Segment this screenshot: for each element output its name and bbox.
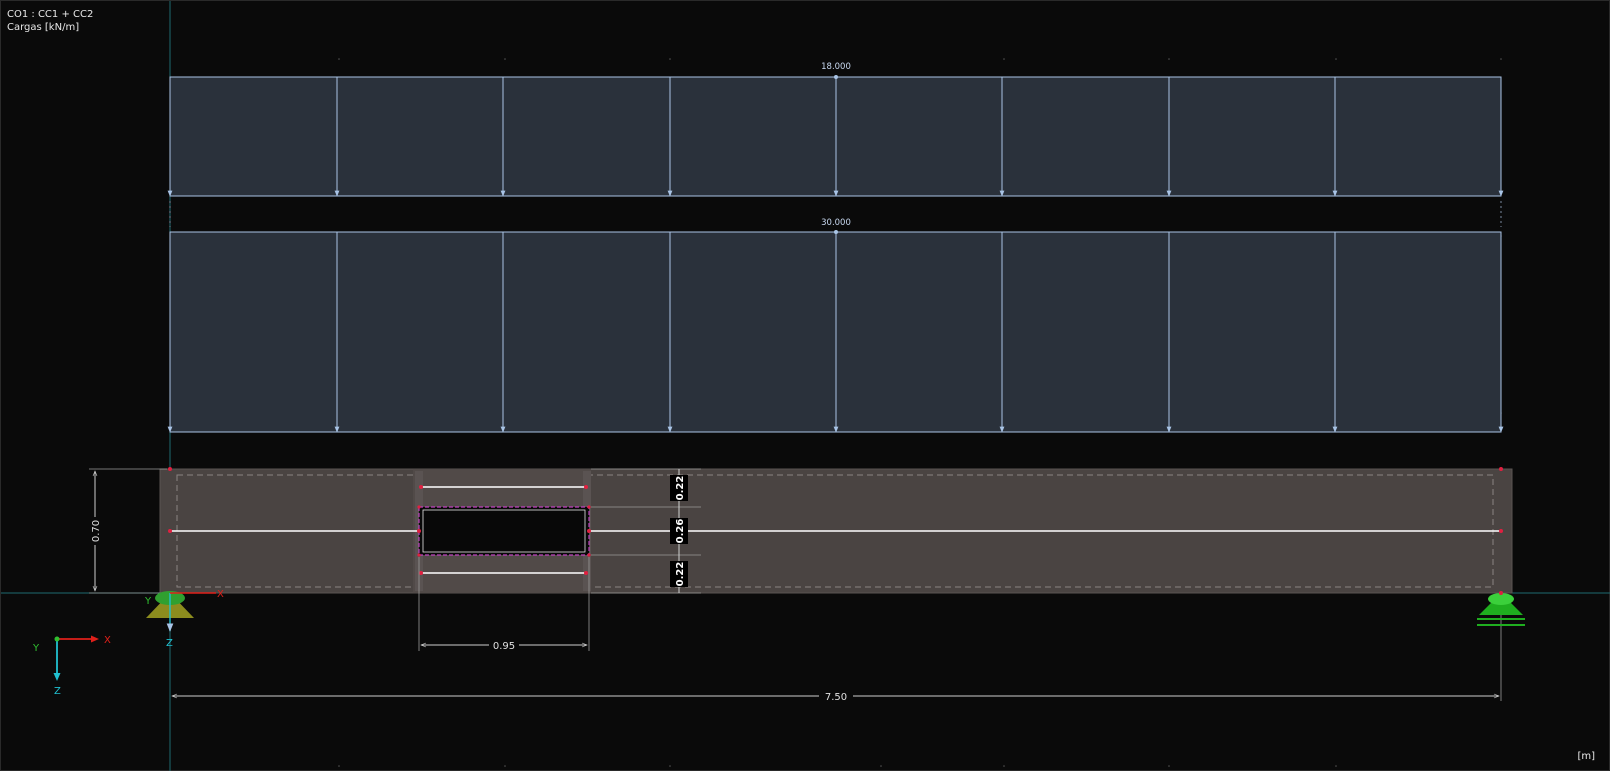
coordinate-system-icon: X Y Z bbox=[32, 635, 111, 697]
load-value-upper: 18.000 bbox=[821, 62, 851, 72]
support-left-icon[interactable]: Y X Z bbox=[144, 589, 224, 649]
dim-beam-height-label: 0.70 bbox=[91, 520, 102, 542]
dim-beam-length-label: 7.50 bbox=[825, 692, 847, 703]
load-value-lower: 30.000 bbox=[821, 218, 851, 228]
distributed-load-lower[interactable]: 30.000 bbox=[167, 218, 1504, 433]
axis-y-label: Y bbox=[32, 643, 40, 654]
dimension-beam-length: 7.50 bbox=[171, 601, 1502, 703]
units-label: [m] bbox=[1577, 751, 1595, 762]
model-viewport[interactable]: CO1 : CC1 + CC2 Cargas [kN/m] 18.000 30.… bbox=[0, 0, 1610, 771]
support-axis-y-label: Y bbox=[144, 596, 152, 607]
beam-opening[interactable] bbox=[417, 505, 591, 557]
dim-bottom-segment-label: 0.22 bbox=[675, 562, 686, 587]
dim-opening-width-label: 0.95 bbox=[493, 641, 515, 652]
support-axis-x-label: X bbox=[217, 589, 224, 600]
dim-top-segment-label: 0.22 bbox=[675, 476, 686, 501]
structure-drawing: 18.000 30.000 0.70 0.22 0.26 0.22 0.95 7… bbox=[1, 1, 1610, 771]
distributed-load-upper[interactable]: 18.000 bbox=[167, 62, 1504, 197]
axis-x-label: X bbox=[104, 635, 111, 646]
support-axis-z-label: Z bbox=[166, 638, 173, 649]
axis-z-label: Z bbox=[54, 686, 61, 697]
dim-opening-height-label: 0.26 bbox=[675, 519, 686, 544]
beam[interactable] bbox=[159, 467, 1513, 594]
dimension-beam-height: 0.70 bbox=[87, 468, 167, 594]
support-right-icon[interactable] bbox=[1477, 591, 1525, 626]
